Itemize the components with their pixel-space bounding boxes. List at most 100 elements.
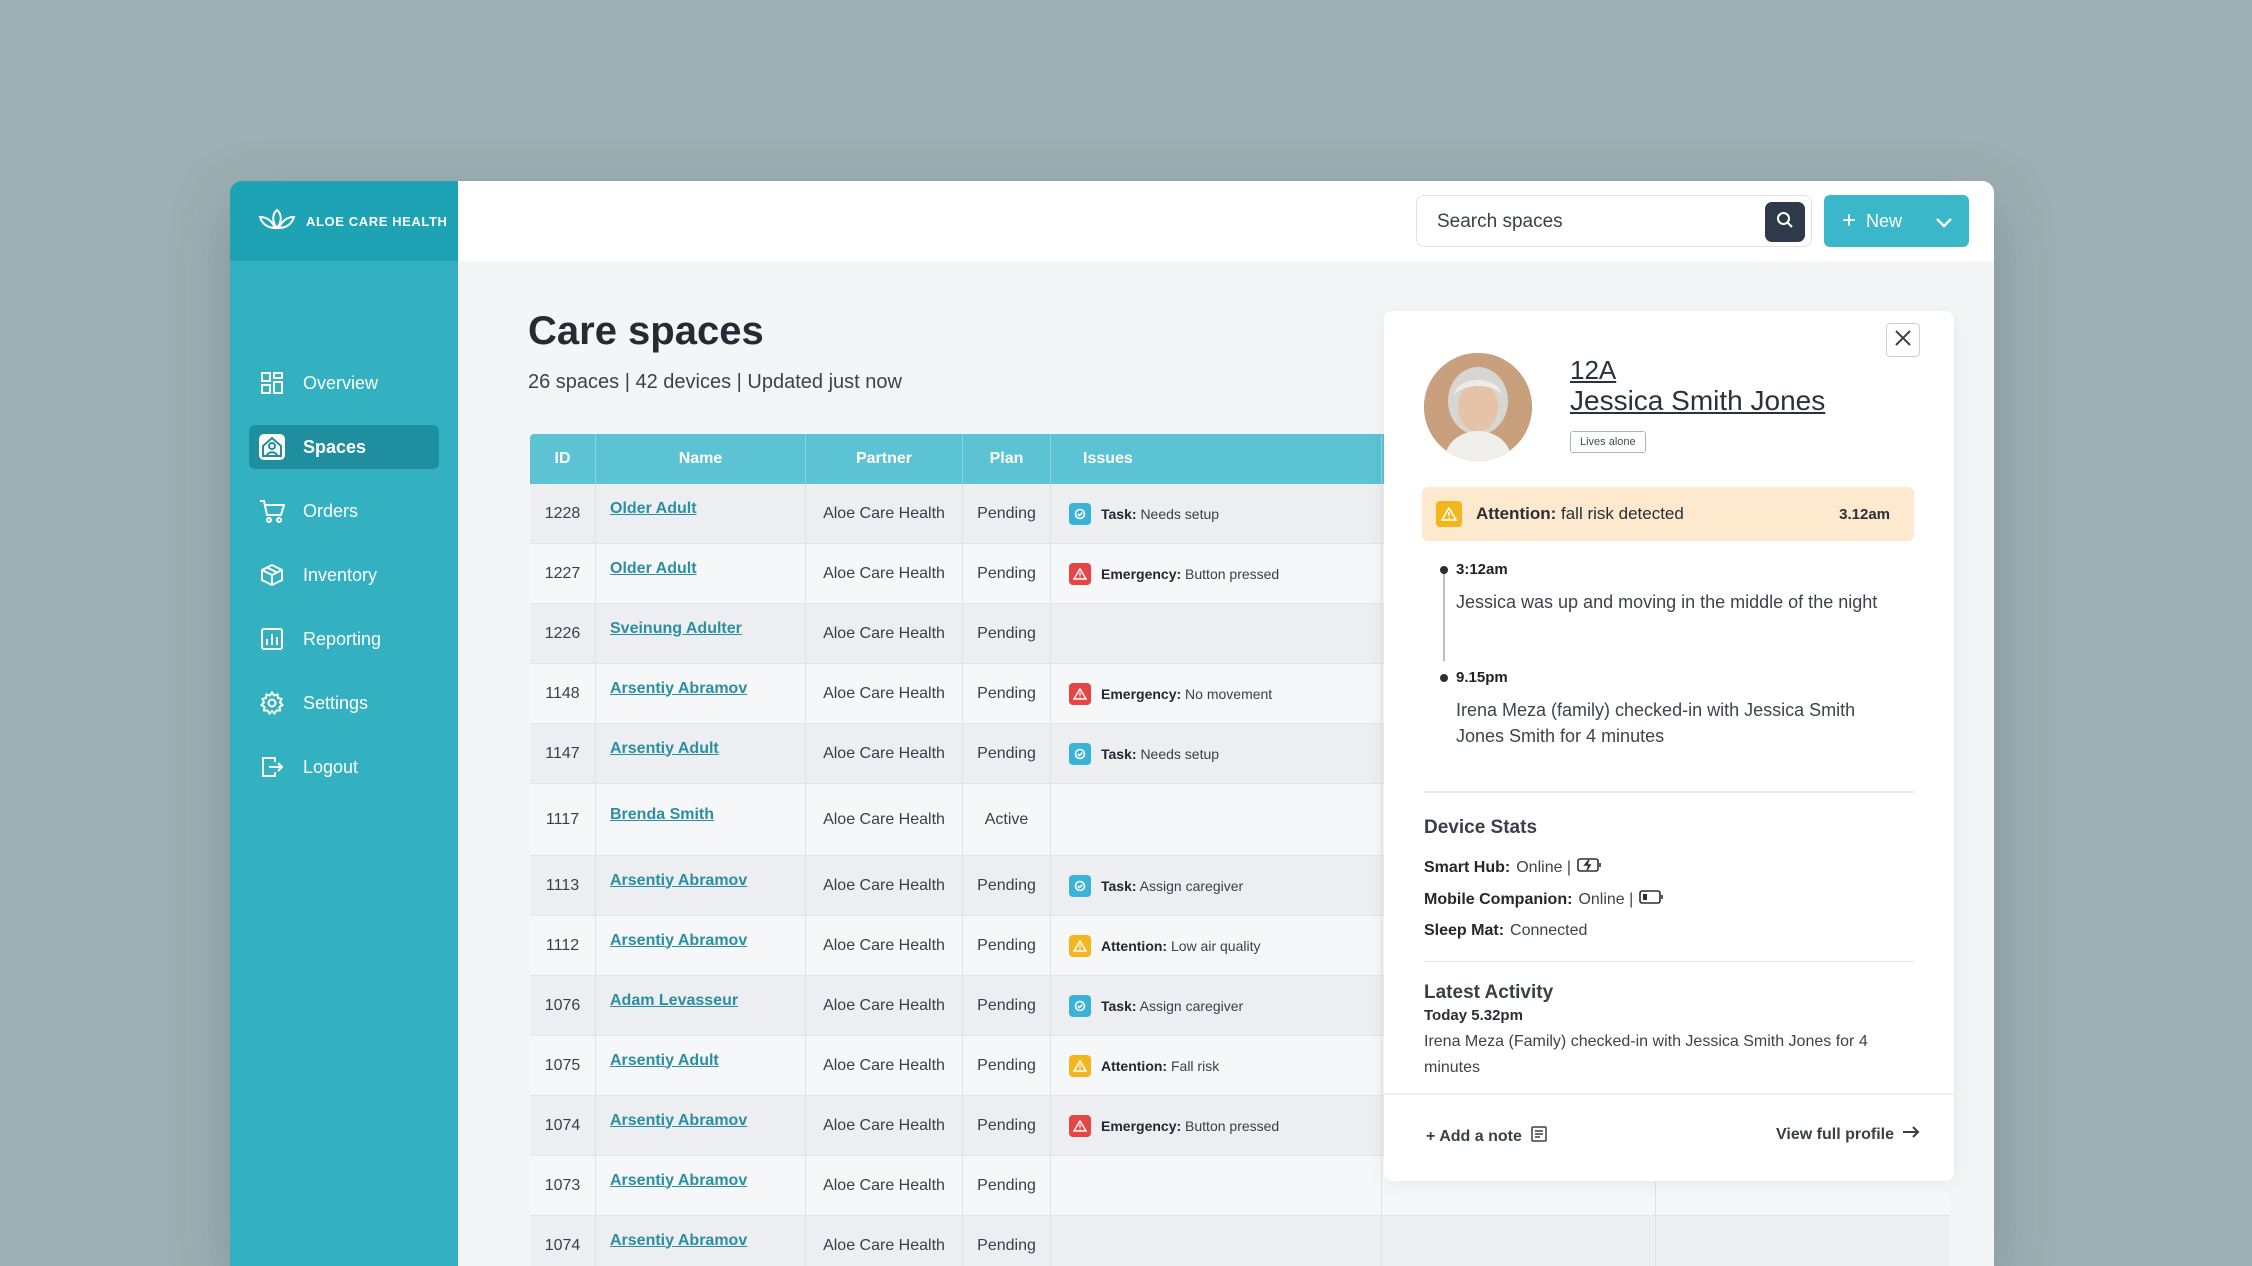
column-header-plan[interactable]: Plan bbox=[963, 434, 1051, 484]
cell-id: 1073 bbox=[530, 1156, 596, 1215]
resident-name-link[interactable]: Jessica Smith Jones bbox=[1570, 385, 1825, 417]
search-button[interactable] bbox=[1765, 202, 1805, 242]
cell-partner: Aloe Care Health bbox=[806, 916, 963, 975]
close-button[interactable] bbox=[1886, 323, 1920, 357]
view-full-profile-link[interactable]: View full profile bbox=[1776, 1125, 1920, 1144]
sidebar-item-settings[interactable]: Settings bbox=[249, 681, 439, 725]
name-link[interactable]: Arsentiy Abramov bbox=[610, 1232, 747, 1250]
name-link[interactable]: Brenda Smith bbox=[610, 806, 714, 824]
new-button[interactable]: + New bbox=[1824, 195, 1969, 247]
aloe-leaf-icon bbox=[258, 208, 296, 235]
issue-text: Task: Needs setup bbox=[1101, 745, 1220, 762]
logout-icon bbox=[259, 754, 285, 780]
search-input[interactable]: Search spaces bbox=[1416, 195, 1812, 247]
sidebar-item-label: Inventory bbox=[303, 564, 378, 585]
cell-id: 1074 bbox=[530, 1216, 596, 1266]
cell-issues: Attention: Low air quality bbox=[1051, 916, 1382, 975]
alert-text: fall risk detected bbox=[1561, 504, 1684, 523]
table-row[interactable]: 1074 Arsentiy Abramov Aloe Care Health P… bbox=[530, 1216, 1950, 1266]
latest-activity-time: Today 5.32pm bbox=[1424, 1007, 1523, 1024]
sidebar-item-label: Overview bbox=[303, 372, 379, 393]
column-header-issues[interactable]: Issues bbox=[1051, 434, 1382, 484]
name-link[interactable]: Arsentiy Abramov bbox=[610, 932, 747, 950]
sidebar-nav: Overview Spaces Orders Inventory Reporti… bbox=[230, 361, 458, 809]
sidebar-item-inventory[interactable]: Inventory bbox=[249, 553, 439, 597]
emergency-icon bbox=[1069, 1114, 1091, 1137]
cell-partner: Aloe Care Health bbox=[806, 724, 963, 783]
home-person-icon bbox=[259, 434, 285, 460]
emergency-icon bbox=[1069, 562, 1091, 585]
cell-plan: Pending bbox=[963, 724, 1051, 783]
column-header-partner[interactable]: Partner bbox=[806, 434, 963, 484]
name-link[interactable]: Sveinung Adulter bbox=[610, 620, 742, 638]
name-link[interactable]: Arsentiy Abramov bbox=[610, 872, 747, 890]
sidebar-item-label: Logout bbox=[303, 756, 359, 777]
page-title: Care spaces bbox=[528, 309, 764, 353]
stat-value: Online | bbox=[1516, 858, 1572, 876]
space-unit-link[interactable]: 12A bbox=[1570, 355, 1616, 386]
cell-id: 1226 bbox=[530, 604, 596, 663]
name-link[interactable]: Arsentiy Abramov bbox=[610, 1112, 747, 1130]
add-note-button[interactable]: + Add a note bbox=[1426, 1125, 1548, 1148]
name-link[interactable]: Arsentiy Abramov bbox=[610, 680, 747, 698]
issue-text: Emergency: No movement bbox=[1101, 685, 1273, 702]
battery-low-icon bbox=[1639, 890, 1665, 909]
cell-issues: Task: Assign caregiver bbox=[1051, 856, 1382, 915]
cell-plan: Pending bbox=[963, 1096, 1051, 1155]
cell-name: Older Adult bbox=[596, 544, 806, 603]
stat-smart-hub: Smart Hub: Online | bbox=[1424, 858, 1603, 877]
cell-partner: Aloe Care Health bbox=[806, 484, 963, 543]
cell-empty bbox=[1382, 1216, 1656, 1266]
brand-name: ALOE CARE HEALTH bbox=[306, 213, 448, 229]
grid-icon bbox=[259, 370, 285, 396]
page-subtitle: 26 spaces | 42 devices | Updated just no… bbox=[528, 371, 902, 393]
top-bar: Search spaces + New bbox=[458, 181, 1994, 261]
cell-name: Older Adult bbox=[596, 484, 806, 543]
cell-plan: Pending bbox=[963, 604, 1051, 663]
cell-issues bbox=[1051, 1216, 1382, 1266]
cell-id: 1147 bbox=[530, 724, 596, 783]
cell-id: 1227 bbox=[530, 544, 596, 603]
sidebar-item-orders[interactable]: Orders bbox=[249, 489, 439, 533]
issue-text: Attention: Low air quality bbox=[1101, 937, 1261, 954]
box-icon bbox=[259, 562, 285, 588]
name-link[interactable]: Older Adult bbox=[610, 500, 697, 518]
name-link[interactable]: Arsentiy Abramov bbox=[610, 1172, 747, 1190]
stat-label: Sleep Mat: bbox=[1424, 922, 1505, 939]
cell-id: 1112 bbox=[530, 916, 596, 975]
cell-partner: Aloe Care Health bbox=[806, 1156, 963, 1215]
sidebar-item-logout[interactable]: Logout bbox=[249, 745, 439, 789]
name-link[interactable]: Adam Levasseur bbox=[610, 992, 738, 1010]
battery-charging-icon bbox=[1577, 858, 1603, 877]
stat-label: Mobile Companion: bbox=[1424, 890, 1573, 908]
warning-icon bbox=[1436, 501, 1462, 527]
name-link[interactable]: Arsentiy Adult bbox=[610, 740, 719, 758]
sidebar-item-spaces[interactable]: Spaces bbox=[249, 425, 439, 469]
cell-id: 1076 bbox=[530, 976, 596, 1035]
cell-issues: Attention: Fall risk bbox=[1051, 1036, 1382, 1095]
alert-label: Attention: bbox=[1476, 504, 1557, 523]
cell-issues bbox=[1051, 1156, 1382, 1215]
chevron-down-icon[interactable] bbox=[1935, 213, 1953, 234]
stat-value: Online | bbox=[1578, 890, 1634, 908]
sidebar-item-overview[interactable]: Overview bbox=[249, 361, 439, 405]
name-link[interactable]: Arsentiy Adult bbox=[610, 1052, 719, 1070]
gear-icon bbox=[259, 690, 285, 716]
cell-plan: Pending bbox=[963, 1156, 1051, 1215]
new-button-label: New bbox=[1866, 210, 1903, 231]
issue-text: Attention: Fall risk bbox=[1101, 1057, 1220, 1074]
cell-partner: Aloe Care Health bbox=[806, 604, 963, 663]
latest-activity-text: Irena Meza (Family) checked-in with Jess… bbox=[1424, 1033, 1868, 1076]
note-icon bbox=[1530, 1125, 1548, 1148]
column-header-id[interactable]: ID bbox=[530, 434, 596, 484]
cell-partner: Aloe Care Health bbox=[806, 856, 963, 915]
logo[interactable]: ALOE CARE HEALTH bbox=[230, 181, 458, 261]
arrow-right-icon bbox=[1902, 1125, 1920, 1144]
stat-label: Smart Hub: bbox=[1424, 858, 1511, 876]
sidebar-item-reporting[interactable]: Reporting bbox=[249, 617, 439, 661]
column-header-name[interactable]: Name bbox=[596, 434, 806, 484]
cell-name: Sveinung Adulter bbox=[596, 604, 806, 663]
name-link[interactable]: Older Adult bbox=[610, 560, 697, 578]
resident-tag: Lives alone bbox=[1570, 431, 1646, 453]
cell-id: 1117 bbox=[530, 784, 596, 855]
